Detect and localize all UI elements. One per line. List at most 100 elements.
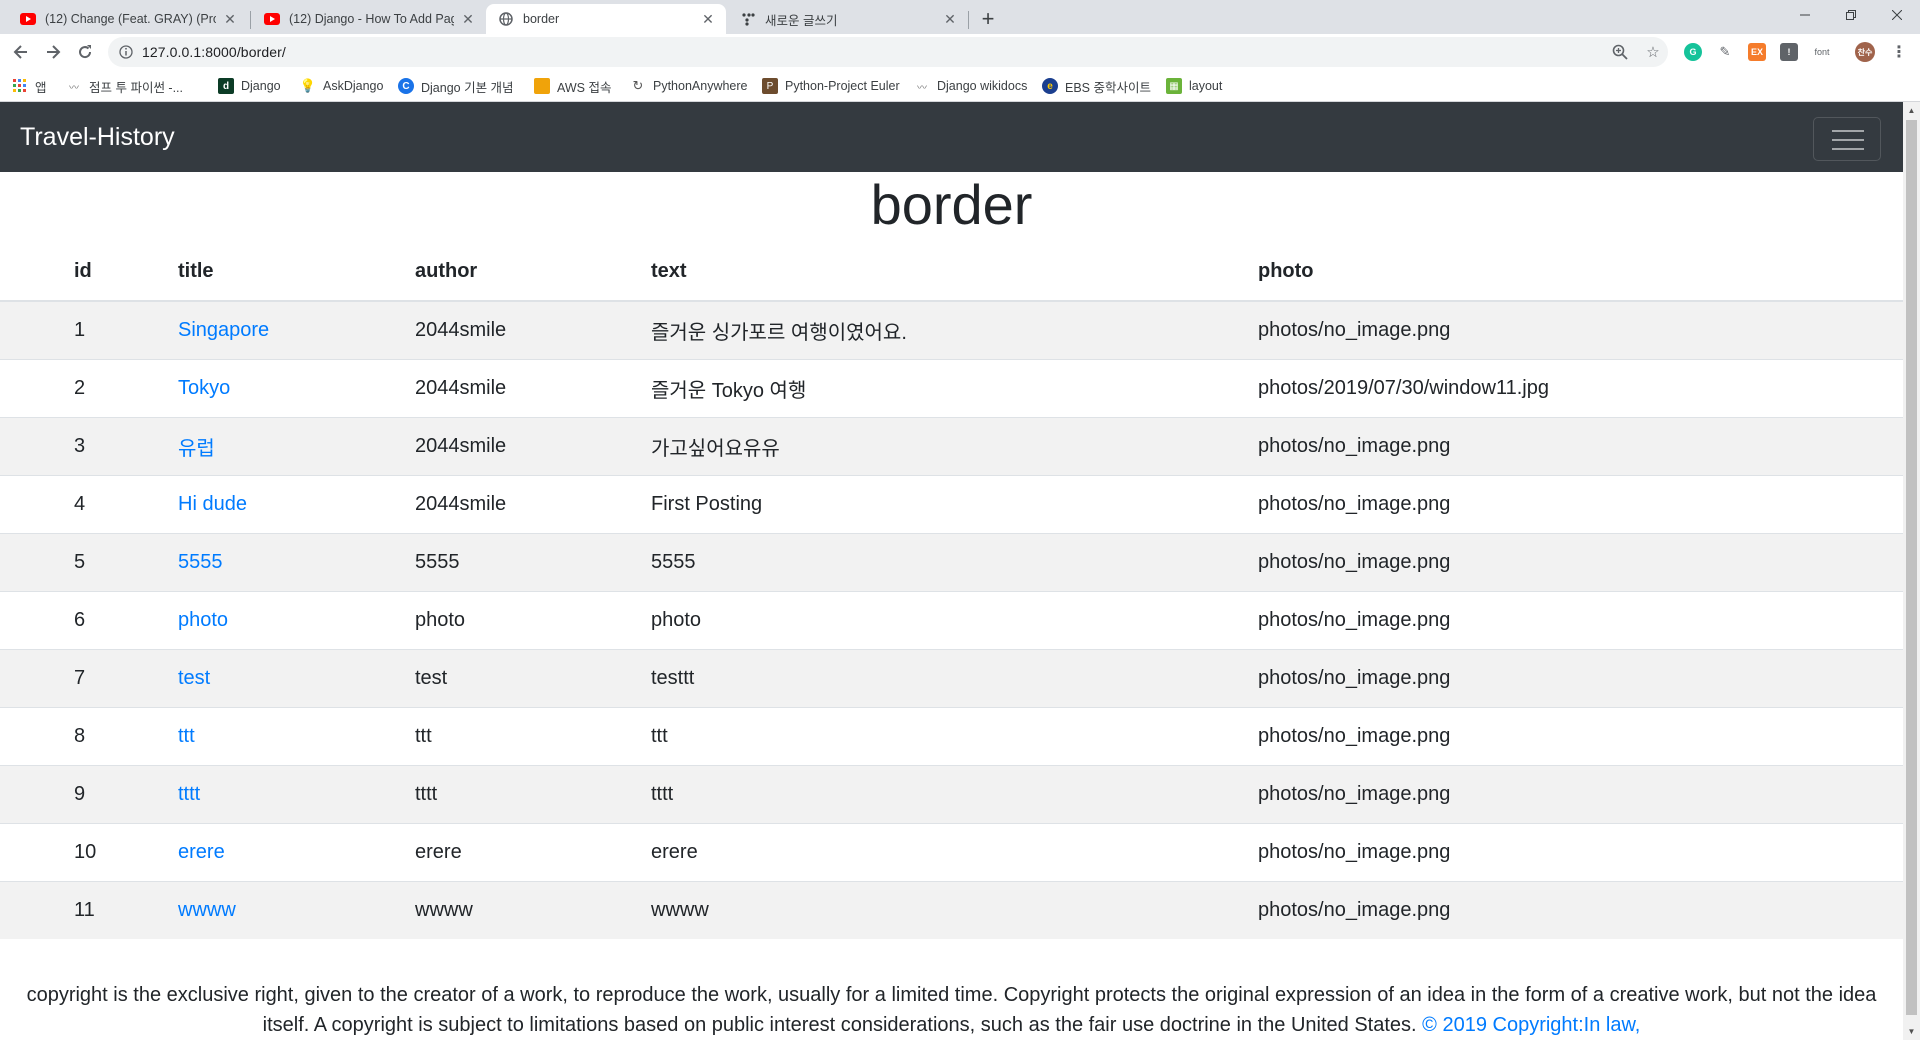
bookmarks-bar: 앱 〰 점프 투 파이썬 -... d Django 💡 AskDjango C… <box>0 70 1920 102</box>
post-title-link[interactable]: test <box>178 667 210 689</box>
bookmark-item[interactable]: P Python-Project Euler <box>762 77 900 95</box>
post-title-link[interactable]: photo <box>178 609 228 631</box>
scroll-up-icon[interactable]: ▲ <box>1903 102 1920 119</box>
post-title-link[interactable]: 유럽 <box>178 438 215 460</box>
url-text: 127.0.0.1:8000/border/ <box>142 44 286 60</box>
close-icon[interactable]: ✕ <box>222 11 238 28</box>
navbar-toggler-button[interactable] <box>1813 117 1881 161</box>
hamburger-icon <box>1832 139 1864 141</box>
cell-id: 9 <box>0 765 178 824</box>
post-title-link[interactable]: Singapore <box>178 319 269 341</box>
table-row: 5 5555 5555 5555 photos/no_image.png <box>0 533 1903 592</box>
bookmark-star-icon[interactable]: ☆ <box>1643 42 1663 62</box>
circle-c-icon: C <box>398 78 414 94</box>
cell-author: 2044smile <box>415 475 651 534</box>
column-header-photo: photo <box>1258 242 1903 302</box>
browser-tab[interactable]: (12) Change (Feat. GRAY) (Prod... ✕ <box>8 4 248 34</box>
bookmark-item[interactable]: AWS 접속 <box>534 77 611 95</box>
bookmark-label: AskDjango <box>323 79 384 93</box>
table-row: 8 ttt ttt ttt photos/no_image.png <box>0 707 1903 766</box>
post-title-link[interactable]: erere <box>178 841 225 863</box>
grammarly-icon[interactable]: G <box>1684 43 1702 61</box>
close-icon[interactable]: ✕ <box>700 11 716 28</box>
post-title-link[interactable]: ttt <box>178 725 195 747</box>
bookmark-item[interactable]: ↻ PythonAnywhere <box>630 77 748 95</box>
bookmark-item[interactable]: ▦ layout <box>1166 77 1222 95</box>
bookmark-item[interactable]: 〰 Django wikidocs <box>914 77 1027 95</box>
scroll-down-icon[interactable]: ▼ <box>1903 1023 1920 1040</box>
table-row: 9 tttt tttt tttt photos/no_image.png <box>0 765 1903 824</box>
table-header-row: id title author text photo <box>0 242 1903 302</box>
bookmark-label: PythonAnywhere <box>653 79 748 93</box>
menu-dots-icon[interactable]: ⋮ <box>1890 43 1908 61</box>
footer-copyright-link[interactable]: © 2019 Copyright:In law, <box>1422 1014 1640 1036</box>
reload-icon[interactable] <box>72 39 98 65</box>
browser-tab[interactable]: 새로운 글쓰기 ✕ <box>728 4 968 34</box>
close-icon[interactable]: ✕ <box>942 11 958 28</box>
scrollbar-thumb[interactable] <box>1906 120 1917 1015</box>
browser-tab[interactable]: (12) Django - How To Add Pagi... ✕ <box>252 4 486 34</box>
bookmark-item[interactable]: C Django 기본 개념 <box>398 77 514 95</box>
table-row: 3 유럽 2044smile 가고싶어요유유 photos/no_image.png <box>0 417 1903 476</box>
browser-tab-active[interactable]: border ✕ <box>486 4 726 34</box>
new-tab-button[interactable]: + <box>974 6 1002 34</box>
bookmark-apps[interactable]: 앱 <box>12 77 47 95</box>
eyedropper-icon[interactable]: ✎ <box>1716 43 1734 61</box>
cell-id: 6 <box>0 591 178 650</box>
avatar[interactable]: 찬수 <box>1855 42 1875 62</box>
cell-author: test <box>415 649 651 708</box>
bookmark-item[interactable]: 〰 점프 투 파이썬 -... <box>66 77 183 95</box>
ebs-icon: e <box>1042 78 1058 94</box>
cell-text: 즐거운 싱가포르 여행이였어요. <box>651 300 1258 360</box>
cell-title: wwww <box>178 881 415 939</box>
cell-title: Tokyo <box>178 359 415 418</box>
navbar-brand[interactable]: Travel-History <box>20 122 175 152</box>
footer-text: copyright is the exclusive right, given … <box>26 984 1877 1006</box>
window-close-icon[interactable] <box>1874 0 1920 30</box>
footer-text: itself. A copyright is subject to limita… <box>262 1014 1417 1036</box>
info-icon[interactable] <box>118 44 134 60</box>
post-title-link[interactable]: wwww <box>178 899 236 921</box>
table-row: 11 wwww wwww wwww photos/no_image.png <box>0 881 1903 939</box>
cell-id: 10 <box>0 823 178 882</box>
bookmark-label: 앱 <box>35 80 47 95</box>
bookmark-label: Django <box>241 79 281 93</box>
forward-icon[interactable] <box>40 39 66 65</box>
bookmark-item[interactable]: d Django <box>218 77 281 95</box>
django-icon: d <box>218 78 234 94</box>
address-bar[interactable]: 127.0.0.1:8000/border/ <box>108 37 1668 67</box>
site-navbar: Travel-History <box>0 102 1903 172</box>
wikidocs-icon: 〰 <box>917 82 927 94</box>
page-scrollbar[interactable]: ▲ ▼ <box>1903 102 1920 1040</box>
cell-photo: photos/no_image.png <box>1258 881 1903 939</box>
bookmark-label: layout <box>1189 79 1223 93</box>
minimize-icon[interactable] <box>1782 0 1828 30</box>
cell-author: 2044smile <box>415 359 651 418</box>
cell-text: 즐거운 Tokyo 여행 <box>651 359 1258 418</box>
extension-gray-icon[interactable]: ! <box>1780 43 1798 61</box>
cell-author: wwww <box>415 881 651 939</box>
cell-photo: photos/no_image.png <box>1258 475 1903 534</box>
post-title-link[interactable]: Tokyo <box>178 377 230 399</box>
cell-photo: photos/no_image.png <box>1258 591 1903 650</box>
bookmark-label: AWS 접속 <box>557 80 612 95</box>
back-icon[interactable] <box>8 39 34 65</box>
extension-orange-icon[interactable]: EX <box>1748 43 1766 61</box>
bookmark-item[interactable]: 💡 AskDjango <box>300 77 384 95</box>
table-row: 1 Singapore 2044smile 즐거운 싱가포르 여행이였어요. photo… <box>0 300 1903 360</box>
font-extension-icon[interactable]: font <box>1810 43 1834 61</box>
cell-id: 11 <box>0 881 178 939</box>
post-title-link[interactable]: tttt <box>178 783 200 805</box>
zoom-icon[interactable] <box>1610 42 1630 62</box>
aws-box-icon <box>534 78 550 94</box>
cell-text: erere <box>651 823 1258 882</box>
close-icon[interactable]: ✕ <box>460 11 476 28</box>
post-title-link[interactable]: 5555 <box>178 551 223 573</box>
bookmark-item[interactable]: e EBS 중학사이트 <box>1042 77 1151 95</box>
table-row: 10 erere erere erere photos/no_image.png <box>0 823 1903 882</box>
restore-icon[interactable] <box>1828 0 1874 30</box>
post-title-link[interactable]: Hi dude <box>178 493 247 515</box>
cell-text: 5555 <box>651 533 1258 592</box>
bookmark-label: 점프 투 파이썬 -... <box>89 80 184 95</box>
footer: copyright is the exclusive right, given … <box>0 980 1903 1040</box>
